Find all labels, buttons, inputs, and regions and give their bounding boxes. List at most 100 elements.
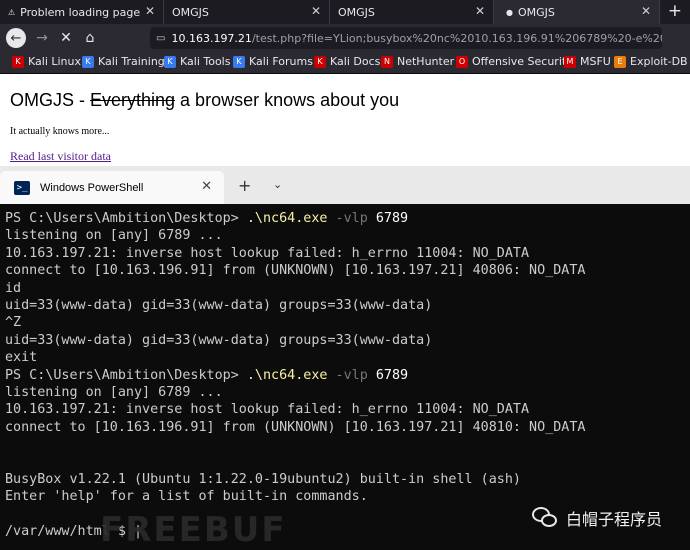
kali-docs-icon: K [314, 55, 326, 68]
terminal-text: PS C:\Users\Ambition\Desktop> [5, 367, 247, 383]
wechat-icon [532, 507, 558, 529]
bookmark-exploit-db[interactable]: E Exploit-DB [614, 55, 688, 68]
bookmark-kali-docs[interactable]: K Kali Docs [314, 55, 380, 68]
wechat-label: 白帽子程序员 [566, 510, 663, 529]
terminal-line: PS C:\Users\Ambition\Desktop> .\nc64.exe… [5, 210, 685, 227]
watermark: FREEBUF [100, 510, 287, 550]
browser-tab-label: OMGJS [338, 5, 375, 19]
terminal-text: Enter 'help' for a list of built-in comm… [5, 489, 368, 505]
bookmark-label: Kali Training [98, 55, 165, 68]
page-title: OMGJS - Everything a browser knows about… [10, 90, 399, 111]
wechat-badge: 白帽子程序员 [532, 506, 662, 530]
home-icon: ⌂ [85, 30, 95, 46]
terminal-output[interactable]: PS C:\Users\Ambition\Desktop> .\nc64.exe… [5, 210, 685, 540]
terminal-line: listening on [any] 6789 ... [5, 227, 685, 244]
browser-tab-omgjs-2[interactable]: OMGJS ✕ [330, 0, 494, 24]
stop-button[interactable]: ✕ [56, 28, 76, 48]
bookmark-nethunter[interactable]: N NetHunter [381, 55, 454, 68]
terminal-text: connect to [10.163.196.91] from (UNKNOWN… [5, 419, 586, 435]
terminal-line: uid=33(www-data) gid=33(www-data) groups… [5, 332, 685, 349]
page-title-suffix: a browser knows about you [175, 90, 400, 110]
bookmark-kali-training[interactable]: K Kali Training [82, 55, 165, 68]
terminal-line: connect to [10.163.196.91] from (UNKNOWN… [5, 419, 685, 436]
terminal-line: exit [5, 349, 685, 366]
bookmark-label: Exploit-DB [630, 55, 688, 68]
terminal-text: PS C:\Users\Ambition\Desktop> [5, 211, 247, 226]
terminal-text: ^Z [5, 315, 22, 331]
bookmark-label: Kali Docs [330, 55, 381, 68]
nethunter-icon: N [381, 55, 393, 68]
arrow-left-icon: ← [10, 30, 22, 46]
terminal-text: uid=33(www-data) gid=33(www-data) groups… [5, 332, 433, 348]
browser-window: ⚠ Problem loading page ✕ OMGJS ✕ OMGJS ✕… [0, 0, 690, 166]
kali-icon: K [82, 55, 94, 68]
kali-icon: K [164, 55, 176, 68]
arrow-right-icon: → [36, 30, 48, 46]
new-tab-button[interactable]: + [238, 176, 251, 195]
powershell-window: >_ Windows PowerShell ✕ + ⌄ PS C:\Users\… [0, 166, 690, 550]
page-title-prefix: OMGJS - [10, 90, 90, 110]
powershell-icon: >_ [14, 180, 30, 195]
terminal-line: id [5, 280, 685, 297]
close-tab-icon[interactable]: ✕ [641, 4, 651, 18]
close-tab-icon[interactable]: ✕ [145, 4, 155, 18]
forward-button[interactable]: → [32, 28, 52, 48]
terminal-text: .\nc64.exe [246, 211, 328, 226]
url-host: 10.163.197.21 [171, 31, 252, 45]
bookmark-kali-forums[interactable]: K Kali Forums [233, 55, 313, 68]
back-button[interactable]: ← [6, 28, 26, 48]
close-tab-icon[interactable]: ✕ [475, 4, 485, 18]
terminal-text: -vlp [327, 367, 376, 383]
browser-tab-bar: ⚠ Problem loading page ✕ OMGJS ✕ OMGJS ✕… [0, 0, 690, 24]
terminal-line: 10.163.197.21: inverse host lookup faile… [5, 401, 685, 418]
terminal-line: connect to [10.163.196.91] from (UNKNOWN… [5, 262, 685, 279]
terminal-line: BusyBox v1.22.1 (Ubuntu 1:1.22.0-19ubunt… [5, 471, 685, 488]
terminal-text: .\nc64.exe [246, 367, 328, 383]
bookmark-kali-tools[interactable]: K Kali Tools [164, 55, 230, 68]
browser-tab-label: Problem loading page [20, 5, 141, 19]
url-bar[interactable]: ▭ 10.163.197.21/test.php?file=YLion;busy… [150, 27, 662, 49]
terminal-line: listening on [any] 6789 ... [5, 384, 685, 401]
browser-tab-omgjs-active[interactable]: ● OMGJS ✕ [494, 0, 660, 24]
terminal-text: exit [5, 350, 38, 366]
browser-tab-omgjs-1[interactable]: OMGJS ✕ [164, 0, 330, 24]
bookmark-label: Offensive Security [472, 55, 573, 68]
terminal-text: 6789 [375, 367, 409, 383]
bookmark-offensive-security[interactable]: O Offensive Security [456, 55, 573, 68]
terminal-line: 10.163.197.21: inverse host lookup faile… [5, 245, 685, 262]
tab-windows-powershell[interactable]: >_ Windows PowerShell ✕ [0, 171, 224, 204]
close-tab-icon[interactable]: ✕ [311, 4, 321, 18]
bookmark-label: Kali Forums [249, 55, 313, 68]
terminal-text: 10.163.197.21: inverse host lookup faile… [5, 245, 530, 261]
close-icon[interactable]: ✕ [201, 179, 212, 194]
tab-loading-icon: ● [506, 7, 513, 17]
msfu-icon: M [564, 55, 576, 68]
exploit-db-icon: E [614, 55, 626, 68]
bookmark-msfu[interactable]: M MSFU [564, 55, 611, 68]
terminal-text: listening on [any] 6789 ... [5, 384, 223, 400]
terminal-line: PS C:\Users\Ambition\Desktop> .\nc64.exe… [5, 367, 685, 384]
read-visitor-data-link[interactable]: Read last visitor data [10, 149, 111, 164]
bookmark-kali-linux[interactable]: K Kali Linux [12, 55, 81, 68]
browser-tab-problem-loading[interactable]: ⚠ Problem loading page ✕ [0, 0, 164, 24]
home-button[interactable]: ⌂ [80, 28, 100, 48]
terminal-text: 10.163.197.21: inverse host lookup faile… [5, 402, 530, 418]
page-subtitle: It actually knows more... [10, 126, 110, 137]
terminal-text: listening on [any] 6789 ... [5, 228, 223, 244]
warning-icon: ⚠ [8, 7, 16, 17]
bookmark-label: Kali Linux [28, 55, 82, 68]
terminal-text: -vlp [327, 211, 376, 226]
kali-icon: K [12, 55, 24, 68]
offsec-icon: O [456, 55, 468, 68]
bookmarks-toolbar: K Kali Linux K Kali Training K Kali Tools K… [0, 52, 690, 74]
new-tab-button[interactable]: + [668, 1, 682, 21]
browser-tab-label: OMGJS [172, 5, 209, 19]
terminal-title-bar: >_ Windows PowerShell ✕ + ⌄ [0, 166, 690, 204]
terminal-text: uid=33(www-data) gid=33(www-data) groups… [5, 297, 433, 313]
terminal-text: id [5, 280, 22, 296]
close-icon: ✕ [60, 30, 72, 46]
chevron-down-icon[interactable]: ⌄ [273, 178, 282, 191]
terminal-text: BusyBox v1.22.1 (Ubuntu 1:1.22.0-19ubunt… [5, 471, 521, 487]
terminal-text: 6789 [375, 211, 409, 226]
